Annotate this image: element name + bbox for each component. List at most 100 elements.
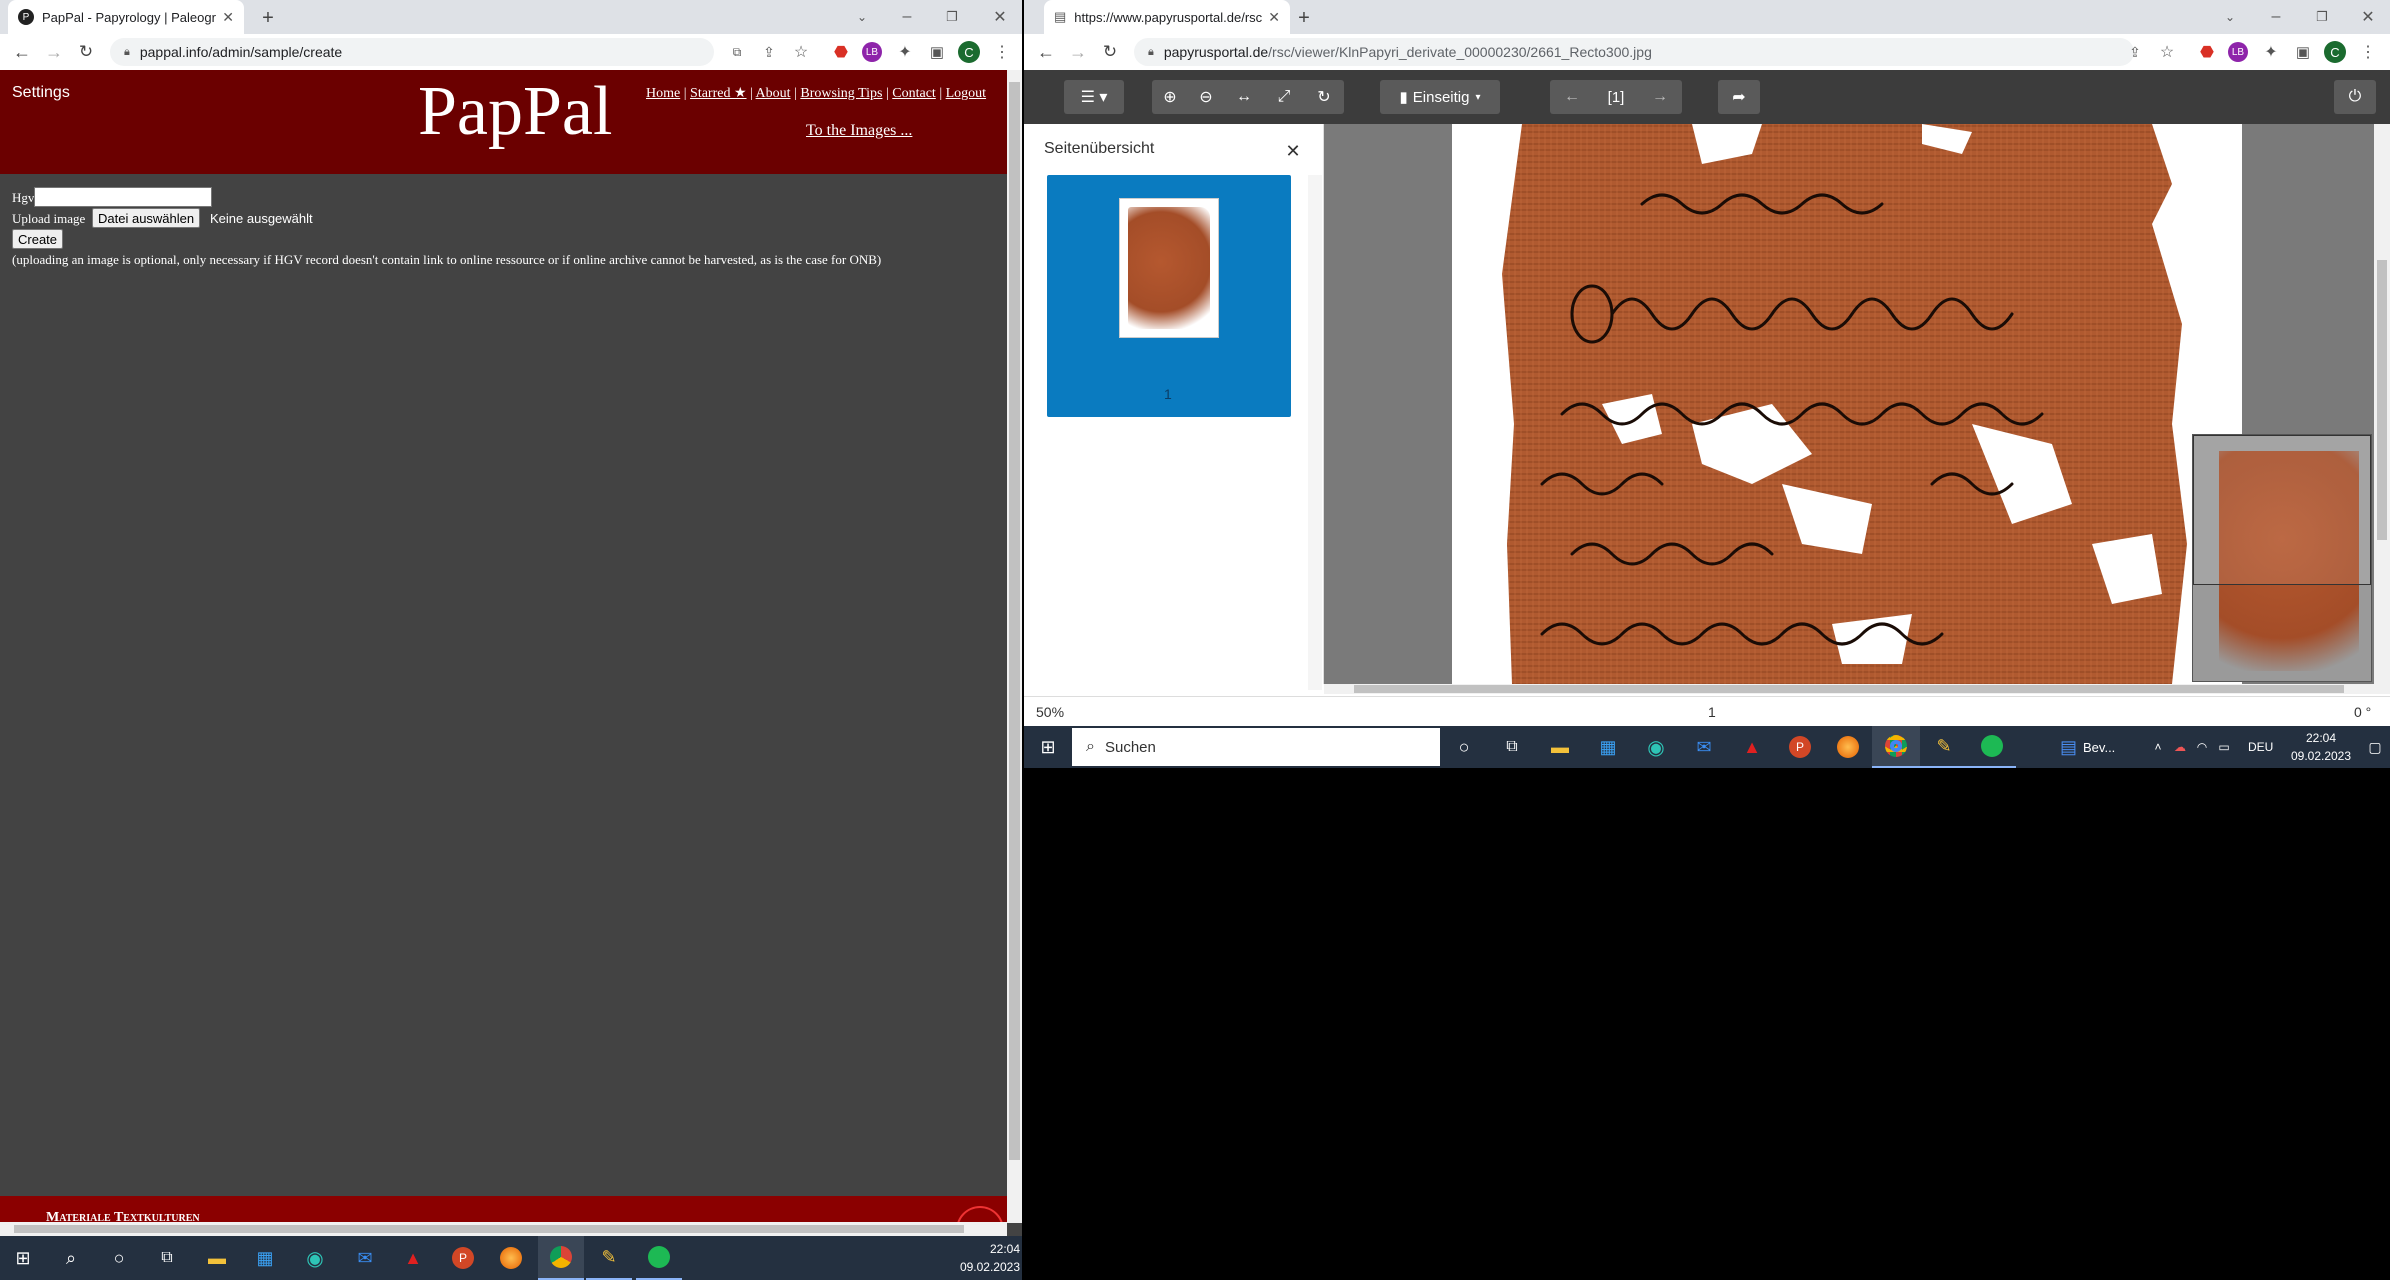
extension-purple-icon[interactable]: LB	[862, 42, 882, 62]
zoom-out-button[interactable]: ⊖	[1188, 80, 1224, 114]
tray-wifi-icon[interactable]: ◠	[2192, 726, 2212, 768]
tray-date[interactable]: 09.02.2023	[2286, 749, 2356, 763]
tab-search-icon[interactable]: ⌄	[2218, 6, 2242, 28]
left-menu-icon[interactable]: ⋮	[992, 40, 1012, 64]
extensions-puzzle-icon[interactable]: ✦	[2260, 40, 2282, 64]
bookmark-star-icon[interactable]: ☆	[790, 40, 812, 64]
pappal-logo[interactable]: PapPal	[418, 72, 612, 152]
choose-file-button[interactable]: Datei auswählen	[92, 208, 201, 228]
next-page-button[interactable]: →	[1638, 80, 1682, 114]
share-viewer-button[interactable]: ➦	[1718, 80, 1760, 114]
tray-language[interactable]: DEU	[2248, 740, 2273, 754]
left-vertical-scroll-thumb[interactable]	[1009, 82, 1020, 1160]
sidebar-scrollbar[interactable]	[1308, 175, 1322, 690]
settings-link[interactable]: Settings	[12, 84, 70, 102]
powerpoint-icon[interactable]: P	[1776, 726, 1824, 768]
right-profile-avatar[interactable]: C	[2324, 41, 2346, 63]
nav-browsing-tips[interactable]: Browsing Tips	[800, 86, 882, 101]
acrobat-icon[interactable]: ▲	[390, 1236, 436, 1280]
minimize-icon[interactable]: –	[895, 6, 919, 28]
power-button[interactable]: ⏻	[2334, 80, 2376, 114]
notification-icon[interactable]: ▢	[2360, 726, 2390, 768]
windows-start-icon[interactable]: ⊞	[1024, 726, 1072, 768]
tray-cloud-icon[interactable]: ☁	[2170, 726, 2190, 768]
close-icon[interactable]: ✕	[1268, 9, 1280, 26]
cortana-icon[interactable]: ○	[96, 1236, 142, 1280]
notes-app-icon[interactable]: ✎	[1920, 726, 1968, 768]
extension-purple-icon[interactable]: LB	[2228, 42, 2248, 62]
side-panel-icon[interactable]: ▣	[926, 40, 948, 64]
mail-icon[interactable]: ✉	[1680, 726, 1728, 768]
cortana-icon[interactable]: ○	[1440, 726, 1488, 768]
side-panel-icon[interactable]: ▣	[2292, 40, 2314, 64]
fit-screen-button[interactable]: ⤢	[1264, 80, 1304, 114]
window-close-icon[interactable]: ✕	[988, 6, 1012, 28]
spotify-icon[interactable]	[1968, 726, 2016, 768]
viewer-vertical-scroll-thumb[interactable]	[2377, 260, 2387, 540]
acrobat-icon[interactable]: ▲	[1728, 726, 1776, 768]
prev-page-button[interactable]: ←	[1550, 80, 1594, 114]
right-address-bar[interactable]: 🔒︎ papyrusportal.de/rsc/viewer/KlnPapyri…	[1134, 38, 2134, 66]
nav-contact[interactable]: Contact	[892, 86, 936, 101]
nav-logout[interactable]: Logout	[946, 86, 986, 101]
view-mode-dropdown[interactable]: ▮ Einseitig ▾	[1380, 80, 1500, 114]
forward-icon[interactable]: →	[1066, 40, 1090, 64]
new-tab-icon[interactable]: +	[256, 6, 280, 30]
task-view-icon[interactable]: ⧉	[1488, 726, 1536, 768]
nav-starred[interactable]: Starred ★	[690, 86, 746, 101]
page-indicator[interactable]: [1]	[1594, 80, 1638, 114]
tray-chevron-icon[interactable]: ˄	[2148, 726, 2168, 768]
powerpoint-icon[interactable]: P	[440, 1236, 486, 1280]
left-profile-avatar[interactable]: C	[958, 41, 980, 63]
mail-icon[interactable]: ✉	[342, 1236, 388, 1280]
close-icon[interactable]: ✕	[222, 9, 234, 26]
taskbar-search-box[interactable]: ⌕ Suchen	[1072, 728, 1440, 766]
reload-icon[interactable]: ↻	[1098, 40, 1122, 64]
translate-icon[interactable]: ⧉	[726, 40, 748, 64]
viewer-menu-button[interactable]: ☰ ▾	[1064, 80, 1124, 114]
pinned-document[interactable]: ▤ Bev...	[2060, 726, 2128, 768]
hgv-input[interactable]	[34, 187, 212, 207]
chrome-icon[interactable]	[538, 1236, 584, 1280]
extension-red-icon[interactable]: ⬣	[2196, 40, 2218, 64]
right-menu-icon[interactable]: ⋮	[2358, 40, 2378, 64]
windows-start-icon[interactable]: ⊞	[0, 1236, 46, 1280]
file-explorer-icon[interactable]: ▬	[194, 1236, 240, 1280]
new-tab-icon[interactable]: +	[1292, 6, 1316, 30]
right-tab-papyrusportal[interactable]: ▤ https://www.papyrusportal.de/rsc ✕	[1044, 0, 1290, 34]
extension-red-icon[interactable]: ⬣	[830, 40, 852, 64]
forward-icon[interactable]: →	[42, 40, 66, 64]
sidebar-close-icon[interactable]: ✕	[1282, 140, 1304, 162]
left-tray-time[interactable]: 22:04	[950, 1242, 1020, 1256]
edge-icon[interactable]: ◉	[292, 1236, 338, 1280]
zoom-in-button[interactable]: ⊕	[1152, 80, 1188, 114]
to-images-link[interactable]: To the Images ...	[806, 122, 912, 139]
fit-width-button[interactable]: ↔	[1224, 80, 1264, 114]
reload-icon[interactable]: ↻	[74, 40, 98, 64]
tray-time[interactable]: 22:04	[2286, 731, 2356, 745]
left-tray-date[interactable]: 09.02.2023	[950, 1260, 1020, 1274]
store-icon[interactable]: ▦	[1584, 726, 1632, 768]
thumbnail-image[interactable]	[1119, 198, 1219, 338]
rotate-button[interactable]: ↻	[1304, 80, 1344, 114]
share-icon[interactable]: ⇪	[2124, 40, 2146, 64]
edge-icon[interactable]: ◉	[1632, 726, 1680, 768]
back-icon[interactable]: ←	[10, 40, 34, 64]
overview-minimap[interactable]	[2192, 434, 2372, 682]
extensions-puzzle-icon[interactable]: ✦	[894, 40, 916, 64]
bookmark-star-icon[interactable]: ☆	[2156, 40, 2178, 64]
window-close-icon[interactable]: ✕	[2356, 6, 2380, 28]
viewer-horizontal-scroll-thumb[interactable]	[1354, 685, 2344, 693]
nav-home[interactable]: Home	[646, 86, 680, 101]
notes-app-icon[interactable]: ✎	[586, 1236, 632, 1280]
left-horizontal-scroll-thumb[interactable]	[14, 1225, 964, 1233]
task-view-icon[interactable]: ⧉	[144, 1236, 190, 1280]
chrome-icon[interactable]	[1872, 726, 1920, 768]
share-icon[interactable]: ⇪	[758, 40, 780, 64]
left-address-bar[interactable]: 🔒︎ pappal.info/admin/sample/create	[110, 38, 714, 66]
firefox-icon[interactable]	[488, 1236, 534, 1280]
restore-icon[interactable]: ❐	[2310, 6, 2334, 28]
tray-battery-icon[interactable]: ▭	[2214, 726, 2234, 768]
tab-search-icon[interactable]: ⌄	[850, 6, 874, 28]
store-icon[interactable]: ▦	[242, 1236, 288, 1280]
